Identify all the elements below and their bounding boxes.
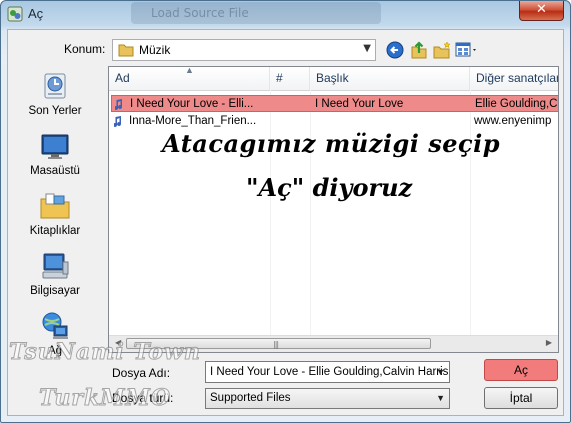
chevron-down-icon[interactable]: ▼ [436, 362, 445, 382]
sort-ascending-icon: ▲ [185, 66, 194, 75]
window-title: Aç [28, 6, 44, 21]
chevron-down-icon: ▼ [436, 393, 445, 403]
watermark-line-1: TsuNami Town [9, 339, 201, 366]
place-son-yerler[interactable]: Son Yerler [10, 66, 100, 124]
place-masaustu[interactable]: Masaüstü [10, 126, 100, 184]
grip-icon: ||| [273, 340, 279, 349]
close-button[interactable]: ✕ [519, 1, 564, 21]
audio-file-icon [114, 116, 122, 128]
place-label: Kitaplıklar [29, 225, 81, 237]
filename-value: I Need Your Love - Ellie Goulding,Calvin… [210, 366, 450, 378]
open-file-dialog: Load Source File Aç ✕ Konum: Müzik ▼ Son… [0, 0, 571, 423]
annotation-line-1: Atacagımız müzigi seçip [162, 129, 501, 158]
place-kitapliklar[interactable]: Kitaplıklar [10, 186, 100, 244]
place-label: Son Yerler [28, 105, 82, 117]
column-header-label: Diğer sanatçılar [476, 71, 559, 85]
column-header-row: Ad ▲ # Başlık Diğer sanatçılar [109, 67, 558, 91]
folder-icon [118, 44, 134, 57]
background-window-title: Load Source File [131, 2, 381, 24]
filename-input[interactable]: I Need Your Love - Ellie Goulding,Calvin… [205, 361, 450, 383]
libraries-icon [40, 193, 70, 219]
new-folder-icon[interactable] [431, 39, 453, 61]
cancel-button[interactable]: İptal [484, 387, 558, 409]
column-header-label: Ad [115, 71, 130, 85]
open-button[interactable]: Aç [484, 359, 558, 381]
app-icon [7, 6, 23, 22]
file-artists: www.enyenimp [474, 115, 552, 127]
file-list[interactable]: Ad ▲ # Başlık Diğer sanatçılar I Need Yo… [108, 66, 559, 353]
scroll-right-icon[interactable]: ▶ [546, 338, 552, 347]
column-header-artists[interactable]: Diğer sanatçılar [470, 67, 559, 90]
file-row[interactable]: Inna-More_Than_Frien... www.enyenimp [111, 113, 558, 130]
place-label: Bilgisayar [30, 285, 80, 297]
location-value: Müzik [139, 43, 171, 57]
filetype-value: Supported Files [210, 392, 291, 404]
place-label: Masaüstü [30, 165, 80, 177]
file-artists: Ellie Goulding,C [475, 98, 558, 110]
column-header-name[interactable]: Ad ▲ [109, 67, 270, 90]
title-bar[interactable]: Load Source File Aç ✕ [1, 1, 570, 29]
watermark-line-2: TurkMMO [38, 385, 172, 412]
chevron-down-icon: ▼ [363, 43, 371, 54]
audio-file-icon [115, 99, 123, 111]
file-name: Inna-More_Than_Frien... [129, 115, 257, 127]
annotation-line-2: "Aç" diyoruz [246, 173, 413, 202]
filetype-select[interactable]: Supported Files ▼ [205, 388, 450, 409]
location-label: Konum: [64, 42, 106, 56]
desktop-icon [41, 134, 69, 159]
column-header-number[interactable]: # [270, 67, 310, 90]
file-name: I Need Your Love - Elli... [130, 98, 254, 110]
filename-label: Dosya Adı: [112, 366, 171, 380]
place-bilgisayar[interactable]: Bilgisayar [10, 246, 100, 304]
file-row[interactable]: I Need Your Love - Elli... I Need Your L… [111, 95, 558, 112]
computer-icon [42, 253, 69, 279]
file-title: I Need Your Love [315, 98, 404, 110]
back-icon[interactable] [384, 39, 406, 61]
column-header-label: Başlık [316, 71, 349, 85]
places-bar: Son Yerler Masaüstü Kitaplıklar Bilgisay… [8, 66, 102, 362]
column-header-label: # [276, 71, 283, 85]
close-icon: ✕ [536, 2, 547, 17]
location-combobox[interactable]: Müzik ▼ [112, 39, 376, 61]
view-menu-icon[interactable] [454, 39, 480, 61]
recent-places-icon [44, 73, 66, 99]
network-icon [42, 312, 68, 339]
up-folder-icon[interactable] [408, 39, 430, 61]
column-header-title[interactable]: Başlık [310, 67, 470, 90]
